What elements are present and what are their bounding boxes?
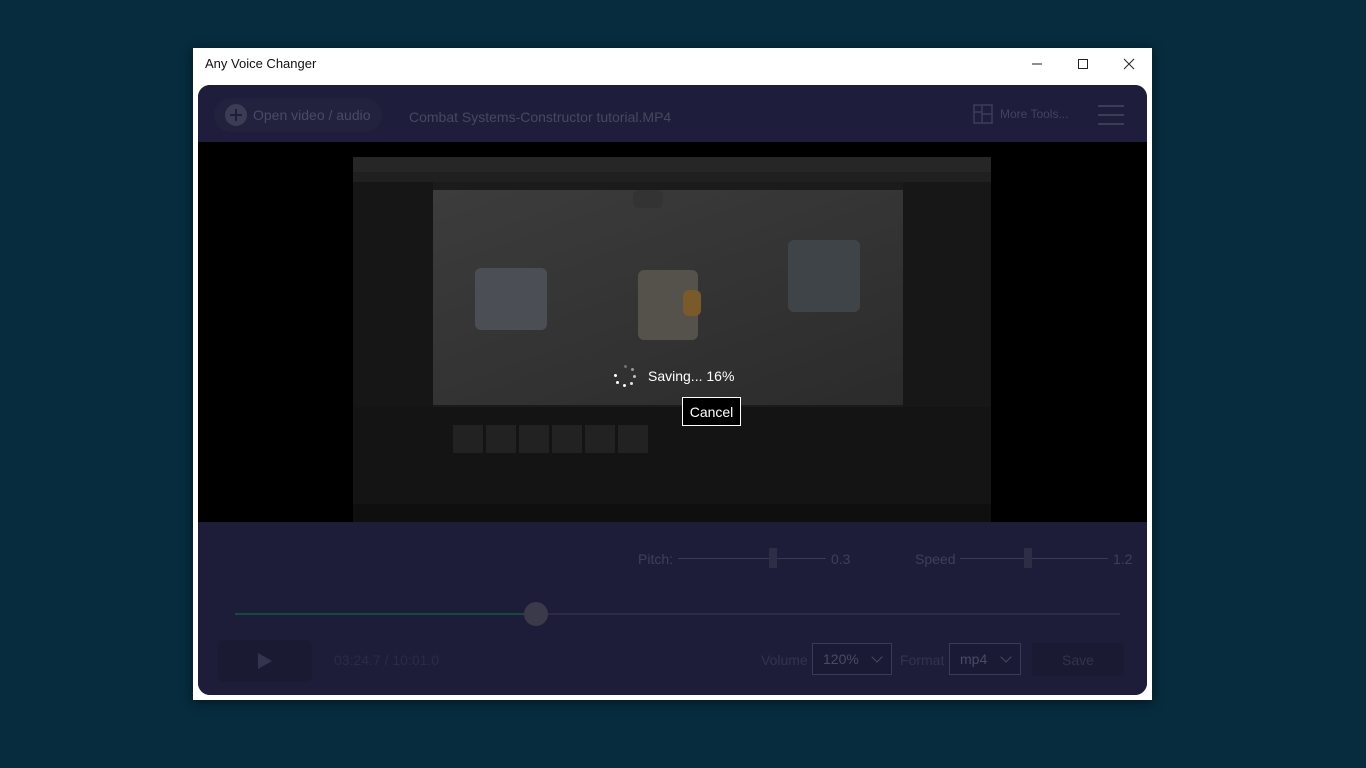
app-content: Open video / audio Combat Systems-Constr…	[198, 85, 1147, 695]
open-button-label: Open video / audio	[253, 107, 371, 123]
chevron-down-icon	[1000, 651, 1012, 663]
play-icon	[258, 653, 272, 669]
playback-progress-thumb[interactable]	[524, 602, 548, 626]
more-tools-button[interactable]: More Tools...	[973, 104, 1068, 124]
speed-label: Speed	[915, 551, 956, 567]
app-window: Any Voice Changer Open video / audio Com…	[193, 48, 1152, 700]
cancel-button[interactable]: Cancel	[682, 397, 741, 426]
toolbar: Open video / audio Combat Systems-Constr…	[198, 85, 1147, 142]
play-button[interactable]	[218, 640, 312, 682]
close-icon	[1123, 58, 1135, 70]
close-button[interactable]	[1106, 48, 1152, 80]
open-video-audio-button[interactable]: Open video / audio	[214, 98, 382, 132]
time-display: 03:24.7 / 10:01.0	[334, 652, 440, 668]
minimize-icon	[1032, 63, 1042, 65]
pitch-slider[interactable]	[678, 558, 826, 559]
video-frame-image	[353, 157, 991, 522]
volume-select-value: 120%	[823, 651, 859, 667]
plus-circle-icon	[225, 104, 247, 126]
chevron-down-icon	[871, 651, 883, 663]
save-button[interactable]: Save	[1032, 643, 1124, 676]
title-bar[interactable]: Any Voice Changer	[193, 48, 1152, 80]
more-tools-label: More Tools...	[1000, 107, 1069, 121]
volume-select[interactable]: 120%	[812, 643, 892, 675]
pitch-slider-thumb[interactable]	[769, 548, 777, 568]
tools-grid-icon	[973, 104, 993, 124]
format-select-value: mp4	[960, 651, 988, 667]
minimize-button[interactable]	[1014, 48, 1060, 80]
speed-slider-thumb[interactable]	[1024, 548, 1032, 568]
format-label: Format	[900, 652, 945, 668]
pitch-label: Pitch:	[638, 551, 674, 567]
controls-panel: Pitch: 0.3 Speed 1.2 03:24.7 / 10:01.0 V…	[198, 522, 1147, 695]
maximize-button[interactable]	[1060, 48, 1106, 80]
saving-status: Saving... 16%	[614, 365, 734, 387]
loading-spinner-icon	[614, 365, 636, 387]
hamburger-menu-icon[interactable]	[1098, 105, 1124, 125]
playback-progress-bar[interactable]	[235, 613, 1120, 615]
volume-label: Volume	[761, 652, 808, 668]
pitch-value: 0.3	[831, 551, 851, 567]
video-preview: Saving... 16% Cancel	[198, 142, 1147, 522]
playback-progress-fill	[235, 613, 536, 615]
maximize-icon	[1078, 59, 1088, 69]
speed-value: 1.2	[1113, 551, 1133, 567]
window-title: Any Voice Changer	[205, 56, 317, 71]
format-select[interactable]: mp4	[949, 643, 1021, 675]
speed-slider[interactable]	[960, 558, 1108, 559]
file-name: Combat Systems-Constructor tutorial.MP4	[409, 109, 672, 125]
saving-text: Saving... 16%	[648, 368, 735, 384]
